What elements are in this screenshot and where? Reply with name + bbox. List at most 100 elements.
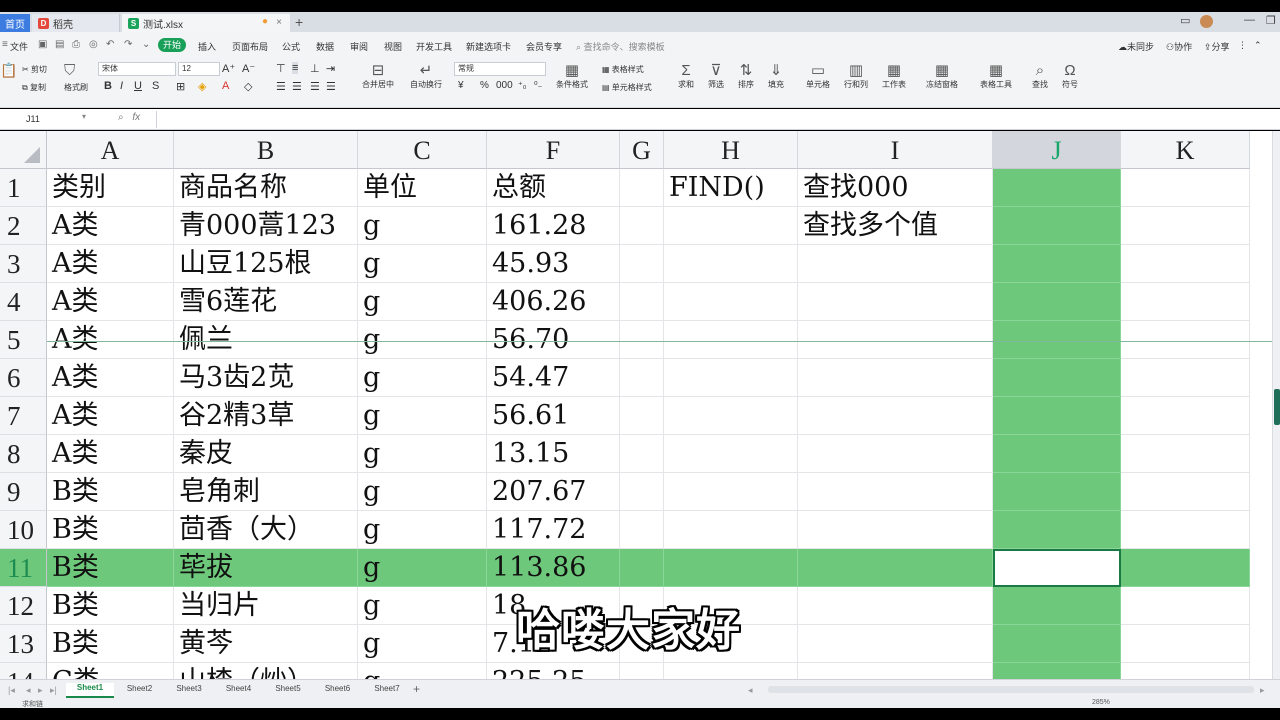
- fill-button[interactable]: ⇓ 填充: [768, 62, 784, 90]
- cell-j7[interactable]: [993, 397, 1121, 435]
- menu-review[interactable]: 审阅: [350, 40, 368, 53]
- cell-k2[interactable]: [1121, 207, 1250, 245]
- menu-file[interactable]: 文件: [10, 40, 28, 53]
- cell-i5[interactable]: [798, 321, 993, 359]
- clear-icon[interactable]: ◇: [244, 80, 252, 93]
- column-header-f[interactable]: F: [487, 131, 620, 169]
- zoom-search-icon[interactable]: ⌕: [118, 112, 124, 123]
- cell-b3[interactable]: 山豆125根: [174, 245, 358, 283]
- menu-view[interactable]: 视图: [384, 40, 402, 53]
- cell-g10[interactable]: [620, 511, 664, 549]
- menu-page-layout[interactable]: 页面布局: [232, 40, 268, 53]
- currency-icon[interactable]: ¥: [458, 80, 464, 91]
- cell-b4[interactable]: 雪6莲花: [174, 283, 358, 321]
- fx-icon[interactable]: fx: [132, 112, 140, 123]
- cell-c12[interactable]: g: [358, 587, 487, 625]
- cell-g9[interactable]: [620, 473, 664, 511]
- cell-f10[interactable]: 117.72: [487, 511, 620, 549]
- number-format-select[interactable]: 常规: [454, 62, 546, 76]
- cell-j1[interactable]: [993, 169, 1121, 207]
- cell-j4[interactable]: [993, 283, 1121, 321]
- cell-k5[interactable]: [1121, 321, 1250, 359]
- cell-a1[interactable]: 类别: [47, 169, 174, 207]
- wrap-text-button[interactable]: ↵ 自动换行: [410, 62, 442, 90]
- decrease-decimal-icon[interactable]: ⁰₋: [534, 80, 542, 91]
- cell-a14[interactable]: C类: [47, 663, 174, 679]
- freeze-panes-button[interactable]: ▦ 冻结窗格: [926, 62, 958, 90]
- rows-cols-button[interactable]: ▥ 行和列: [844, 62, 868, 90]
- cell-i12[interactable]: [798, 587, 993, 625]
- redo-icon[interactable]: ↷: [124, 39, 132, 50]
- cell-f1[interactable]: 总额: [487, 169, 620, 207]
- next-sheet-icon[interactable]: ▸: [38, 685, 43, 696]
- format-painter-label[interactable]: 格式刷: [64, 82, 88, 93]
- cell-b1[interactable]: 商品名称: [174, 169, 358, 207]
- sheet-scroll-left-icon[interactable]: ◂: [748, 685, 753, 696]
- cell-k11[interactable]: [1121, 549, 1250, 587]
- cell-c7[interactable]: g: [358, 397, 487, 435]
- cell-b13[interactable]: 黄芩: [174, 625, 358, 663]
- cell-a13[interactable]: B类: [47, 625, 174, 663]
- row-header-8[interactable]: 8: [0, 435, 47, 473]
- cell-j14[interactable]: [993, 663, 1121, 679]
- justify-icon[interactable]: ☰: [326, 80, 336, 93]
- cell-j3[interactable]: [993, 245, 1121, 283]
- row-header-13[interactable]: 13: [0, 625, 47, 663]
- column-header-k[interactable]: K: [1121, 131, 1250, 169]
- cell-i13[interactable]: [798, 625, 993, 663]
- command-search[interactable]: ⌕ 查找命令、搜索模板: [576, 40, 665, 53]
- sheet-tab-sheet7[interactable]: Sheet7: [363, 684, 411, 693]
- new-tab-button[interactable]: +: [295, 14, 303, 30]
- cell-c4[interactable]: g: [358, 283, 487, 321]
- export-pdf-icon[interactable]: ▤: [55, 39, 64, 50]
- cell-g11[interactable]: [620, 549, 664, 587]
- restore-icon[interactable]: ❐: [1266, 14, 1276, 27]
- find-button[interactable]: ⌕ 查找: [1032, 62, 1048, 90]
- row-header-7[interactable]: 7: [0, 397, 47, 435]
- cell-h10[interactable]: [664, 511, 798, 549]
- close-tab-icon[interactable]: ×: [276, 17, 282, 28]
- cell-c1[interactable]: 单位: [358, 169, 487, 207]
- cell-i3[interactable]: [798, 245, 993, 283]
- collaborate-button[interactable]: ⚇协作: [1166, 40, 1192, 53]
- fill-color-icon[interactable]: ◈: [198, 80, 206, 93]
- menu-developer[interactable]: 开发工具: [416, 40, 452, 53]
- collapse-ribbon-icon[interactable]: ⌃: [1254, 40, 1262, 51]
- column-header-a[interactable]: A: [47, 131, 174, 169]
- layout-icon[interactable]: ▭: [1180, 14, 1190, 27]
- tab-docer[interactable]: D 稻壳: [32, 14, 120, 32]
- select-all-corner[interactable]: [0, 131, 47, 169]
- cell-j13[interactable]: [993, 625, 1121, 663]
- cut-button[interactable]: ✂ 剪切: [22, 64, 47, 75]
- minimize-icon[interactable]: —: [1244, 14, 1255, 26]
- cell-c11[interactable]: g: [358, 549, 487, 587]
- cell-a6[interactable]: A类: [47, 359, 174, 397]
- cell-i14[interactable]: [798, 663, 993, 679]
- align-middle-icon[interactable]: ≡: [292, 62, 299, 74]
- cell-i2[interactable]: 查找多个值: [798, 207, 993, 245]
- cell-f4[interactable]: 406.26: [487, 283, 620, 321]
- cell-a2[interactable]: A类: [47, 207, 174, 245]
- cell-b5[interactable]: 佩兰: [174, 321, 358, 359]
- increase-decimal-icon[interactable]: ⁺₀: [518, 80, 527, 91]
- cell-a9[interactable]: B类: [47, 473, 174, 511]
- cell-g3[interactable]: [620, 245, 664, 283]
- cell-f11[interactable]: 113.86: [487, 549, 620, 587]
- symbol-button[interactable]: Ω 符号: [1062, 62, 1078, 90]
- cell-h5[interactable]: [664, 321, 798, 359]
- paste-icon[interactable]: 📋: [0, 62, 17, 79]
- column-header-i[interactable]: I: [798, 131, 993, 169]
- column-header-b[interactable]: B: [174, 131, 358, 169]
- cell-h9[interactable]: [664, 473, 798, 511]
- horizontal-scrollbar[interactable]: [768, 686, 1254, 693]
- table-style-button[interactable]: ▦ 表格样式: [602, 64, 644, 75]
- first-sheet-icon[interactable]: |◂: [8, 685, 15, 696]
- align-bottom-icon[interactable]: ⊥: [310, 62, 320, 75]
- strikethrough-icon[interactable]: S: [152, 80, 159, 92]
- cell-a7[interactable]: A类: [47, 397, 174, 435]
- font-name-select[interactable]: 宋体: [98, 62, 176, 76]
- cell-j8[interactable]: [993, 435, 1121, 473]
- sync-status[interactable]: ☁未同步: [1118, 40, 1154, 53]
- align-top-icon[interactable]: ⊤: [276, 62, 286, 75]
- share-button[interactable]: ⇪分享: [1204, 40, 1230, 53]
